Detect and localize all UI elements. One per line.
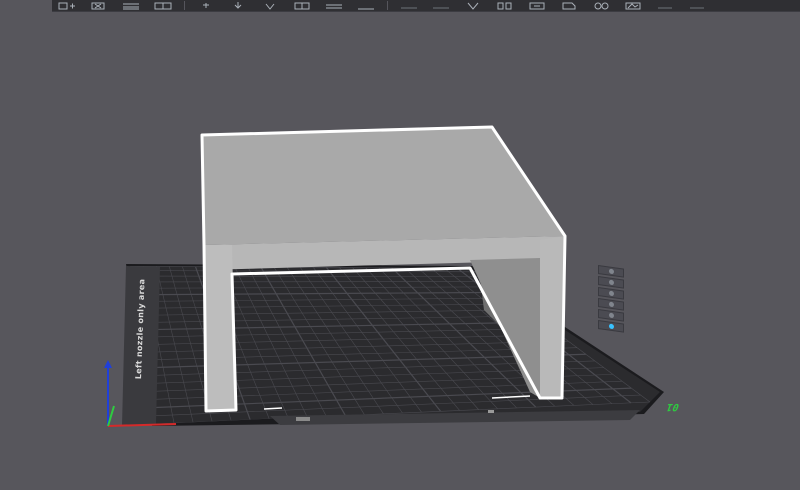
- z-axis-arrow: [104, 360, 112, 368]
- view-top-dot: [608, 268, 614, 275]
- plate-ledge-mark: [488, 410, 494, 413]
- view-fit-dot: [608, 301, 614, 308]
- table-top: [202, 127, 565, 245]
- left-leg: [204, 245, 236, 411]
- view-active-dot: [608, 323, 614, 330]
- plate-ledge-mark: [296, 417, 310, 421]
- view-iso-dot: [608, 290, 614, 297]
- 3d-viewport[interactable]: Left nozzle only area 01: [0, 13, 800, 490]
- scene-canvas[interactable]: [0, 0, 800, 490]
- view-grid-dot: [608, 312, 614, 319]
- plate-side-toolbar: [598, 265, 626, 333]
- view-front-dot: [608, 279, 614, 286]
- slicer-app: Left nozzle only area 01: [0, 0, 800, 490]
